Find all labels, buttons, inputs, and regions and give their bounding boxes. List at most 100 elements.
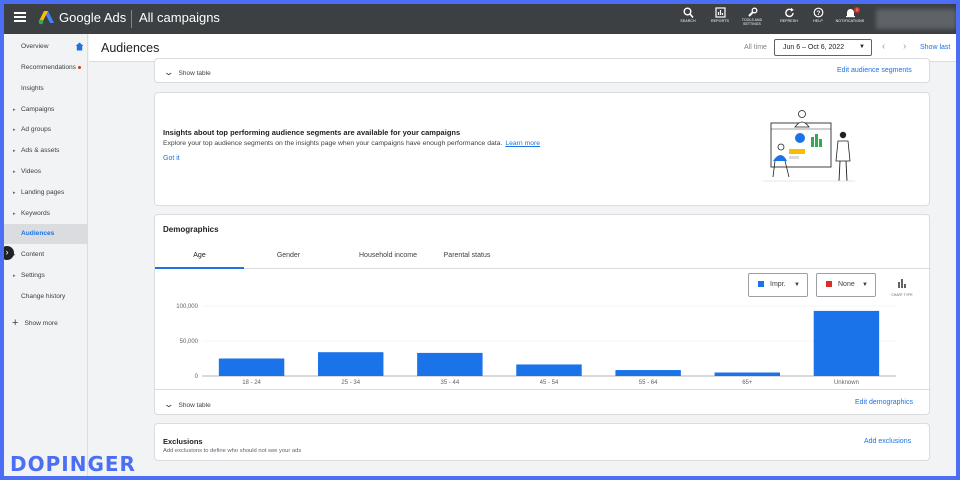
- age-bar-chart: 100,000 50,000 0 18 - 24 25 - 34 35 - 44 45 - …: [176, 304, 896, 386]
- sidebar-item-label: Keywords: [21, 210, 50, 217]
- bar-35-44: [417, 352, 483, 376]
- account-info[interactable]: [876, 9, 956, 29]
- sidebar-item-campaigns[interactable]: ▸ Campaigns: [4, 100, 88, 120]
- show-table-label: Show table: [178, 70, 211, 77]
- x-tick-label: 35 - 44: [441, 380, 460, 386]
- x-tick-label: 18 - 24: [242, 380, 261, 386]
- insights-illustration: [763, 110, 855, 182]
- tools-settings-button[interactable]: TOOLS AND SETTINGS: [734, 7, 770, 33]
- sidebar-item-label: Landing pages: [21, 189, 65, 196]
- chevron-down-icon: ⌄: [163, 399, 175, 409]
- collapse-sidebar-button[interactable]: ›: [4, 246, 14, 260]
- date-range-value: Jun 6 – Oct 6, 2022: [783, 44, 845, 51]
- show-table-toggle[interactable]: ⌄ Show table: [163, 67, 211, 78]
- sidebar-item-ads-assets[interactable]: ▸ Ads & assets: [4, 141, 88, 161]
- divider: [131, 10, 132, 28]
- date-range-picker[interactable]: Jun 6 – Oct 6, 2022 ▼: [774, 39, 872, 56]
- show-table-label: Show table: [178, 402, 211, 409]
- search-button[interactable]: SEARCH: [670, 7, 706, 33]
- caret-right-icon: ▸: [13, 273, 16, 279]
- notifications-button[interactable]: 1 NOTIFICATIONS: [832, 7, 868, 33]
- sidebar-item-label: Ad groups: [21, 126, 52, 133]
- sidebar-item-overview[interactable]: Overview: [4, 37, 88, 57]
- show-last-link[interactable]: Show last: [920, 44, 950, 51]
- y-tick-label: 50,000: [180, 339, 199, 345]
- chevron-right-icon[interactable]: ›: [903, 41, 906, 52]
- screen-frame: Google Ads All campaigns SEARCH REPORTS …: [0, 0, 960, 480]
- top-bar: Google Ads All campaigns SEARCH REPORTS …: [4, 4, 956, 34]
- all-time-label: All time: [744, 44, 767, 51]
- sidebar-item-audiences[interactable]: Audiences: [4, 224, 88, 244]
- notification-badge: 1: [854, 7, 860, 13]
- metric-2-value: None: [838, 281, 855, 288]
- demographics-card: Demographics Age Gender Household income…: [154, 214, 931, 417]
- wrench-icon: [747, 7, 757, 17]
- tab-gender[interactable]: Gender: [244, 247, 333, 269]
- insights-body: Explore your top audience segments on th…: [163, 140, 540, 147]
- sidebar-item-settings[interactable]: ▸ Settings: [4, 266, 88, 286]
- bar-45-54: [516, 364, 582, 376]
- demographics-tabs: Age Gender Household income Parental sta…: [155, 247, 931, 269]
- tab-household-income[interactable]: Household income: [333, 247, 443, 269]
- tab-age[interactable]: Age: [155, 247, 244, 269]
- notifications-label: NOTIFICATIONS: [835, 19, 865, 23]
- audience-segments-card: ⌄ Show table Edit audience segments: [154, 58, 930, 83]
- sidebar-item-label: Ads & assets: [21, 147, 60, 154]
- help-button[interactable]: ? HELP: [800, 7, 836, 33]
- edit-demographics-link[interactable]: Edit demographics: [855, 399, 913, 406]
- caret-right-icon: ▸: [13, 148, 16, 154]
- exclusions-card: Exclusions Add exclusions to define who …: [154, 423, 930, 461]
- sidebar-item-videos[interactable]: ▸ Videos: [4, 162, 88, 182]
- sidebar-item-label: Recommendations: [21, 64, 76, 71]
- caret-right-icon: ▸: [13, 190, 16, 196]
- sidebar-item-landing-pages[interactable]: ▸ Landing pages: [4, 183, 88, 203]
- sidebar-item-keywords[interactable]: ▸ Keywords: [4, 204, 88, 224]
- sidebar-item-label: Insights: [21, 85, 44, 92]
- show-table-toggle[interactable]: ⌄ Show table: [163, 399, 211, 410]
- tools-settings-label: TOOLS AND SETTINGS: [741, 18, 763, 26]
- google-ads-logo-icon: [38, 11, 54, 25]
- sidebar-item-insights[interactable]: Insights: [4, 79, 88, 99]
- x-tick-label: 25 - 34: [341, 380, 360, 386]
- reports-button[interactable]: REPORTS: [702, 7, 738, 33]
- metric-2-swatch: [826, 281, 832, 287]
- metric-1-swatch: [758, 281, 764, 287]
- x-tick-label: 65+: [742, 380, 753, 386]
- bar-18-24: [218, 358, 285, 376]
- tab-parental-status[interactable]: Parental status: [443, 247, 491, 269]
- got-it-button[interactable]: Got it: [163, 155, 180, 162]
- x-tick-label: Unknown: [834, 380, 859, 386]
- sidebar-item-label: Campaigns: [21, 106, 55, 113]
- sidebar-item-recommendations[interactable]: Recommendations: [4, 58, 88, 78]
- chevron-left-icon[interactable]: ‹: [882, 41, 885, 52]
- sidebar-item-ad-groups[interactable]: ▸ Ad groups: [4, 120, 88, 140]
- home-icon: [75, 42, 84, 51]
- bar-65-: [714, 372, 781, 376]
- caret-right-icon: ▸: [13, 211, 16, 217]
- chevron-right-icon: ›: [5, 247, 9, 257]
- learn-more-link[interactable]: Learn more: [505, 140, 540, 147]
- demographics-footer: ⌄ Show table Edit demographics: [155, 389, 931, 417]
- watermark-logo: DOPINGER: [10, 452, 136, 476]
- x-tick-label: 55 - 64: [639, 380, 658, 386]
- add-exclusions-link[interactable]: Add exclusions: [864, 438, 911, 445]
- campaign-context[interactable]: All campaigns: [139, 10, 220, 25]
- chevron-down-icon: ⌄: [163, 67, 175, 77]
- show-more-button[interactable]: + Show more: [12, 317, 58, 329]
- show-more-label: Show more: [24, 320, 58, 327]
- page-title: Audiences: [101, 41, 160, 55]
- sidebar-item-label: Audiences: [21, 230, 55, 237]
- edit-audience-segments-link[interactable]: Edit audience segments: [837, 67, 912, 74]
- sidebar-item-label: Videos: [21, 168, 42, 175]
- menu-icon[interactable]: [14, 12, 26, 22]
- dropdown-arrow-icon: ▼: [859, 44, 865, 50]
- reports-icon: [714, 7, 726, 18]
- insights-body-text: Explore your top audience segments on th…: [163, 140, 503, 147]
- exclusions-title: Exclusions: [163, 437, 203, 446]
- caret-right-icon: ▸: [13, 127, 16, 133]
- sidebar-item-label: Change history: [21, 293, 66, 300]
- sidebar-item-change-history[interactable]: Change history: [4, 287, 88, 307]
- sidebar-item-content[interactable]: ▸ Content: [4, 245, 88, 265]
- bar-unknown: [813, 310, 880, 376]
- bar-55-64: [615, 370, 681, 376]
